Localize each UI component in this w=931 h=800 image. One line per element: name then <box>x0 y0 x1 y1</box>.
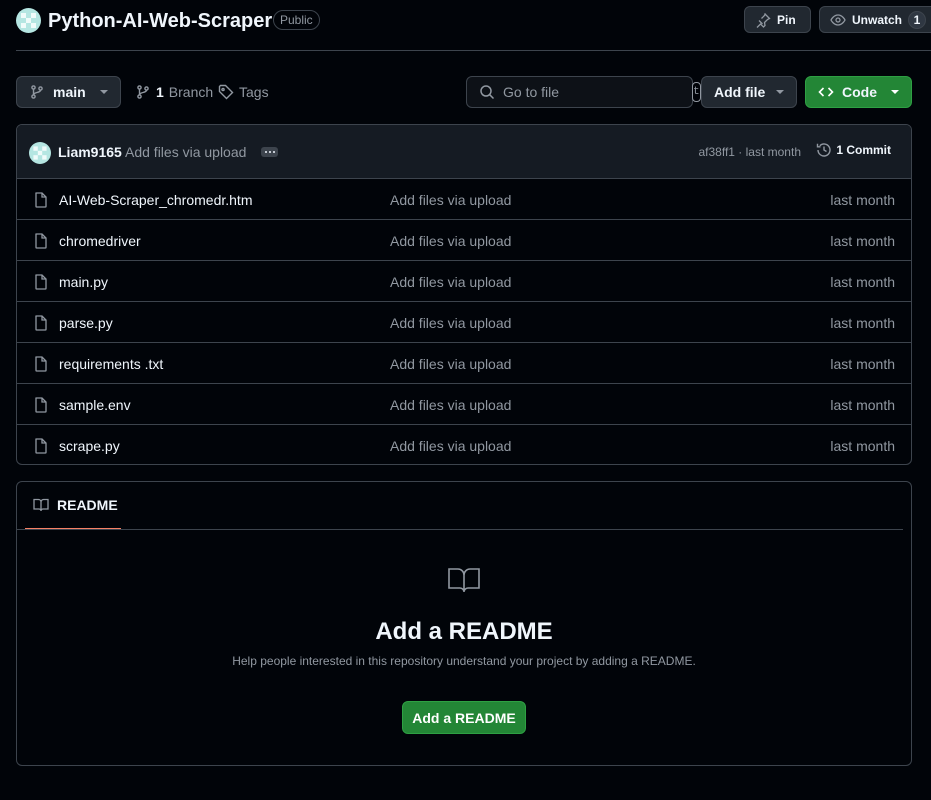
history-icon <box>816 142 832 158</box>
repo-owner-avatar[interactable] <box>16 8 41 33</box>
file-commit-message[interactable]: Add files via upload <box>390 438 511 454</box>
unwatch-label: Unwatch <box>852 12 903 27</box>
visibility-badge: Public <box>273 10 320 30</box>
add-readme-button[interactable]: Add a README <box>402 701 526 734</box>
file-icon <box>34 274 48 290</box>
file-commit-message[interactable]: Add files via upload <box>390 233 511 249</box>
file-commit-message[interactable]: Add files via upload <box>390 274 511 290</box>
file-commit-message[interactable]: Add files via upload <box>390 356 511 372</box>
file-commit-message[interactable]: Add files via upload <box>390 192 511 208</box>
go-to-file-input[interactable] <box>503 84 684 100</box>
file-name-link[interactable]: main.py <box>59 274 108 290</box>
commit-message[interactable]: Add files via upload <box>125 144 246 160</box>
branches-link[interactable]: 1 Branch <box>135 76 213 108</box>
file-commit-message[interactable]: Add files via upload <box>390 397 511 413</box>
chevron-down-icon <box>891 90 899 94</box>
file-commit-time: last month <box>830 274 895 290</box>
file-commit-time: last month <box>830 315 895 331</box>
file-name-link[interactable]: scrape.py <box>59 438 120 454</box>
add-file-label: Add file <box>714 84 766 100</box>
unwatch-button[interactable]: Unwatch 1 <box>819 6 931 33</box>
commit-count-label: 1 Commit <box>836 143 891 157</box>
file-commit-time: last month <box>830 356 895 372</box>
add-file-button[interactable]: Add file <box>701 76 797 108</box>
commit-author[interactable]: Liam9165 <box>58 144 122 160</box>
tag-icon <box>218 84 234 100</box>
file-row[interactable]: main.py Add files via upload last month <box>17 261 911 302</box>
file-icon <box>34 315 48 331</box>
divider <box>17 529 903 530</box>
watch-counter: 1 <box>908 10 927 29</box>
file-icon <box>34 438 48 454</box>
file-icon <box>34 397 48 413</box>
file-name-link[interactable]: chromedriver <box>59 233 141 249</box>
keyboard-shortcut-hint: t <box>692 82 701 102</box>
file-browser: Liam9165 Add files via upload af38ff1 · … <box>16 124 912 465</box>
git-branch-icon <box>29 84 45 100</box>
latest-commit-bar: Liam9165 Add files via upload af38ff1 · … <box>17 125 911 179</box>
file-name-link[interactable]: sample.env <box>59 397 131 413</box>
file-commit-time: last month <box>830 397 895 413</box>
file-list: AI-Web-Scraper_chromedr.htm Add files via… <box>17 179 911 464</box>
code-label: Code <box>842 84 877 100</box>
file-row[interactable]: chromedriver Add files via upload last mon… <box>17 220 911 261</box>
book-icon <box>447 566 481 594</box>
avatar[interactable] <box>29 142 51 164</box>
commit-history-link[interactable]: 1 Commit <box>816 142 891 158</box>
search-icon <box>479 84 495 100</box>
book-icon <box>33 497 49 513</box>
file-row[interactable]: AI-Web-Scraper_chromedr.htm Add files via… <box>17 179 911 220</box>
file-row[interactable]: scrape.py Add files via upload last month <box>17 425 911 464</box>
commit-hash-time[interactable]: af38ff1 · last month <box>698 145 801 159</box>
file-row[interactable]: sample.env Add files via upload last month <box>17 384 911 425</box>
pin-label: Pin <box>777 12 796 27</box>
readme-heading: Add a README <box>375 618 553 645</box>
branch-count: 1 <box>156 84 164 100</box>
file-commit-time: last month <box>830 192 895 208</box>
tags-link[interactable]: Tags <box>218 76 269 108</box>
file-row[interactable]: parse.py Add files via upload last month <box>17 302 911 343</box>
code-button[interactable]: Code <box>805 76 912 108</box>
tab-readme[interactable]: README <box>25 482 121 530</box>
file-icon <box>34 233 48 249</box>
tags-label: Tags <box>239 84 269 100</box>
expand-commit-message-button[interactable] <box>261 147 278 157</box>
branch-label: Branch <box>168 84 214 100</box>
file-icon <box>34 356 48 372</box>
branch-name: main <box>53 84 86 100</box>
file-commit-message[interactable]: Add files via upload <box>390 315 511 331</box>
file-commit-time: last month <box>830 438 895 454</box>
pin-button[interactable]: Pin <box>744 6 811 33</box>
chevron-down-icon <box>100 90 108 94</box>
readme-tab-label: README <box>57 497 118 513</box>
repo-name[interactable]: Python-AI-Web-Scraper <box>48 8 272 34</box>
go-to-file-search[interactable]: t <box>466 76 701 108</box>
file-name-link[interactable]: AI-Web-Scraper_chromedr.htm <box>59 192 252 208</box>
chevron-down-icon <box>776 90 784 94</box>
file-row[interactable]: requirements .txt Add files via upload las… <box>17 343 911 384</box>
file-name-link[interactable]: parse.py <box>59 315 113 331</box>
readme-description: Help people interested in this repositor… <box>232 654 696 668</box>
eye-icon <box>830 12 846 28</box>
file-commit-time: last month <box>830 233 895 249</box>
file-icon <box>34 192 48 208</box>
pin-icon <box>755 12 771 28</box>
code-icon <box>818 84 834 100</box>
git-branch-icon <box>135 84 151 100</box>
readme-panel: README Add a README Help people interest… <box>16 481 912 766</box>
repo-header: Python-AI-Web-Scraper Public Pin Unwatch… <box>16 0 931 51</box>
branch-selector[interactable]: main <box>16 76 121 108</box>
file-name-link[interactable]: requirements .txt <box>59 356 163 372</box>
